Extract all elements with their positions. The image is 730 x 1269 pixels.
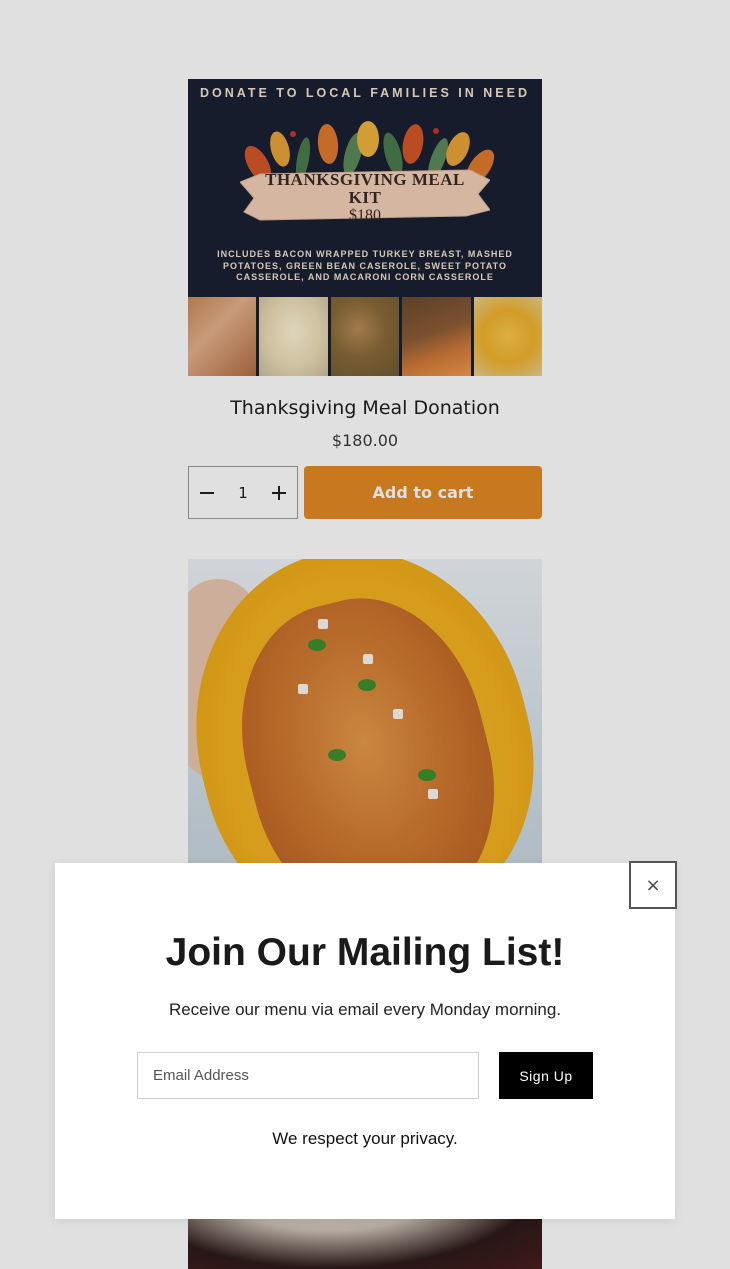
email-field[interactable] (137, 1052, 479, 1099)
modal-title: Join Our Mailing List! (165, 931, 565, 974)
modal-subtitle: Receive our menu via email every Monday … (168, 1000, 562, 1019)
close-icon[interactable]: × (629, 861, 677, 909)
mailing-list-modal: × Join Our Mailing List! Receive our men… (55, 861, 677, 1219)
privacy-note: We respect your privacy. (272, 1129, 458, 1148)
sign-up-button[interactable]: Sign Up (499, 1052, 593, 1099)
